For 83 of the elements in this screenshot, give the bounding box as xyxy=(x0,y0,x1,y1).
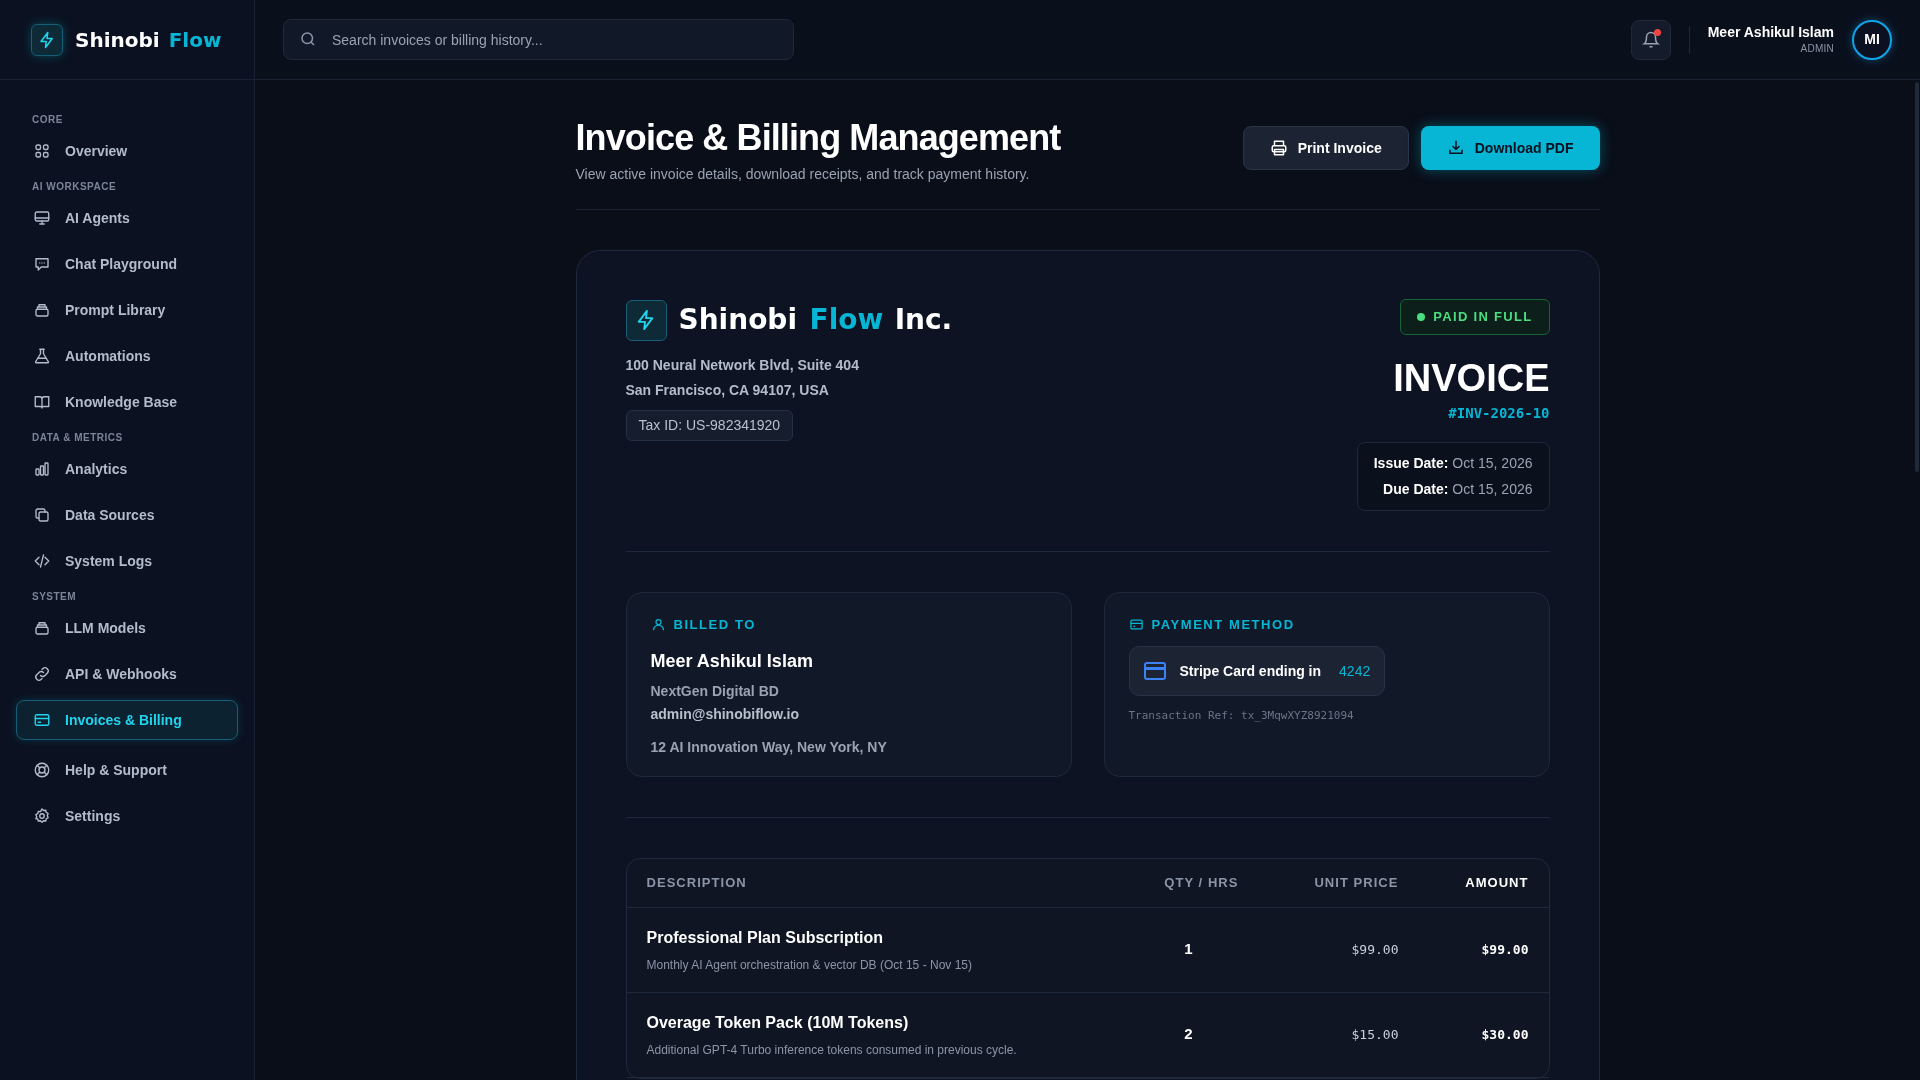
nav-item[interactable]: Overview xyxy=(16,131,238,171)
column-header: DESCRIPTION xyxy=(646,873,748,892)
user-role: ADMIN xyxy=(1800,42,1834,56)
date-line: Issue Date: Oct 15, 2026 xyxy=(1373,453,1533,473)
invoice-number: #INV-2026-10 xyxy=(1448,403,1550,423)
brand-name: Shinobi Flow xyxy=(75,26,222,54)
bar-chart-icon xyxy=(33,460,51,478)
nav-item[interactable]: Settings xyxy=(16,796,238,836)
table-cell-text: 2 xyxy=(1183,1024,1194,1045)
download-button[interactable]: Download PDF xyxy=(1420,126,1600,170)
logo-icon xyxy=(625,299,667,341)
stack-icon xyxy=(33,619,51,637)
card-icon xyxy=(1128,616,1144,632)
status-badge: PAID IN FULL xyxy=(1400,299,1550,335)
search-field[interactable]: Search invoices or billing history... xyxy=(283,19,794,60)
stack-icon xyxy=(33,301,51,319)
bell-icon xyxy=(1641,30,1660,49)
nav-item[interactable]: Invoices & Billing xyxy=(16,700,238,740)
item-description: Additional GPT-4 Turbo inference tokens consumed in previous cycle. xyxy=(646,1041,1018,1059)
column-header: QTY / HRS xyxy=(1163,873,1239,892)
date-line: Due Date: Oct 15, 2026 xyxy=(1383,479,1533,499)
flask-icon xyxy=(33,347,51,365)
search-icon xyxy=(299,30,317,48)
nav-item[interactable]: Help & Support xyxy=(16,750,238,790)
table-cell-text: $99.00 xyxy=(1480,940,1529,959)
monitor-icon xyxy=(33,209,51,227)
nav-item[interactable]: Knowledge Base xyxy=(16,382,238,422)
page-title: Invoice & Billing Management xyxy=(575,116,1061,160)
table-cell-text: $99.00 xyxy=(1350,940,1399,959)
nav-item[interactable]: Prompt Library xyxy=(16,290,238,330)
grid-icon xyxy=(33,142,51,160)
code-icon xyxy=(33,552,51,570)
notification-button[interactable] xyxy=(1630,19,1671,60)
item-description: Monthly AI Agent orchestration & vector DB (Oct 15 - Nov 15) xyxy=(646,956,973,974)
section-label: DATA & METRICS xyxy=(31,431,124,445)
client-address: 12 AI Innovation Way, New York, NY xyxy=(650,738,888,757)
section-title: PAYMENT METHOD xyxy=(1151,615,1295,634)
user-name: Meer Ashikul Islam xyxy=(1707,23,1834,41)
table-cell-text: $15.00 xyxy=(1350,1025,1399,1044)
nav-item[interactable]: Chat Playground xyxy=(16,244,238,284)
nav-item[interactable]: AI Agents xyxy=(16,198,238,238)
table-cell-text: $30.00 xyxy=(1480,1025,1529,1044)
column-header: AMOUNT xyxy=(1464,873,1529,892)
card-icon xyxy=(33,711,51,729)
page-subtitle: View active invoice details, download receipts, and track payment history. xyxy=(575,165,1031,184)
address-line: 100 Neural Network Blvd, Suite 404 xyxy=(625,356,860,375)
address-line: San Francisco, CA 94107, USA xyxy=(625,381,830,400)
column-header: UNIT PRICE xyxy=(1313,873,1399,892)
client-company: NextGen Digital BD xyxy=(650,682,780,701)
book-icon xyxy=(33,393,51,411)
print-button[interactable]: Print Invoice xyxy=(1242,126,1409,170)
section-label: CORE xyxy=(31,113,64,127)
table-cell-text: 1 xyxy=(1183,939,1194,960)
card-label: Stripe Card ending in xyxy=(1179,661,1322,681)
transaction-reference: Transaction Ref: tx_3MqwXYZ8921094 xyxy=(1128,708,1355,724)
tax-id-badge: Tax ID: US-982341920 xyxy=(625,410,794,441)
lifebuoy-icon xyxy=(33,761,51,779)
copy-icon xyxy=(33,506,51,524)
section-title: BILLED TO xyxy=(673,615,756,634)
client-email: admin@shinobiflow.io xyxy=(650,705,800,724)
invoice-heading: INVOICE xyxy=(1393,356,1550,399)
chat-icon xyxy=(33,255,51,273)
printer-icon xyxy=(1269,139,1288,157)
link-icon xyxy=(33,665,51,683)
logo-icon xyxy=(31,23,63,56)
item-title: Professional Plan Subscription xyxy=(646,927,884,948)
company-name: Shinobi Flow Inc. xyxy=(678,302,953,338)
item-title: Overage Token Pack (10M Tokens) xyxy=(646,1012,910,1033)
section-label: SYSTEM xyxy=(31,590,78,604)
nav-item[interactable]: API & Webhooks xyxy=(16,654,238,694)
section-label: AI WORKSPACE xyxy=(31,180,118,194)
person-icon xyxy=(650,616,666,632)
nav-item[interactable]: Automations xyxy=(16,336,238,376)
nav-item[interactable]: Analytics xyxy=(16,449,238,489)
credit-card-icon xyxy=(1143,662,1166,680)
client-name: Meer Ashikul Islam xyxy=(650,650,814,673)
user-avatar[interactable]: MI xyxy=(1852,19,1892,60)
nav-item[interactable]: Data Sources xyxy=(16,495,238,535)
download-icon xyxy=(1446,139,1465,157)
nav-item[interactable]: System Logs xyxy=(16,541,238,581)
settings-icon xyxy=(33,807,51,825)
nav-item[interactable]: LLM Models xyxy=(16,608,238,648)
card-last-digits: 4242 xyxy=(1339,661,1371,681)
